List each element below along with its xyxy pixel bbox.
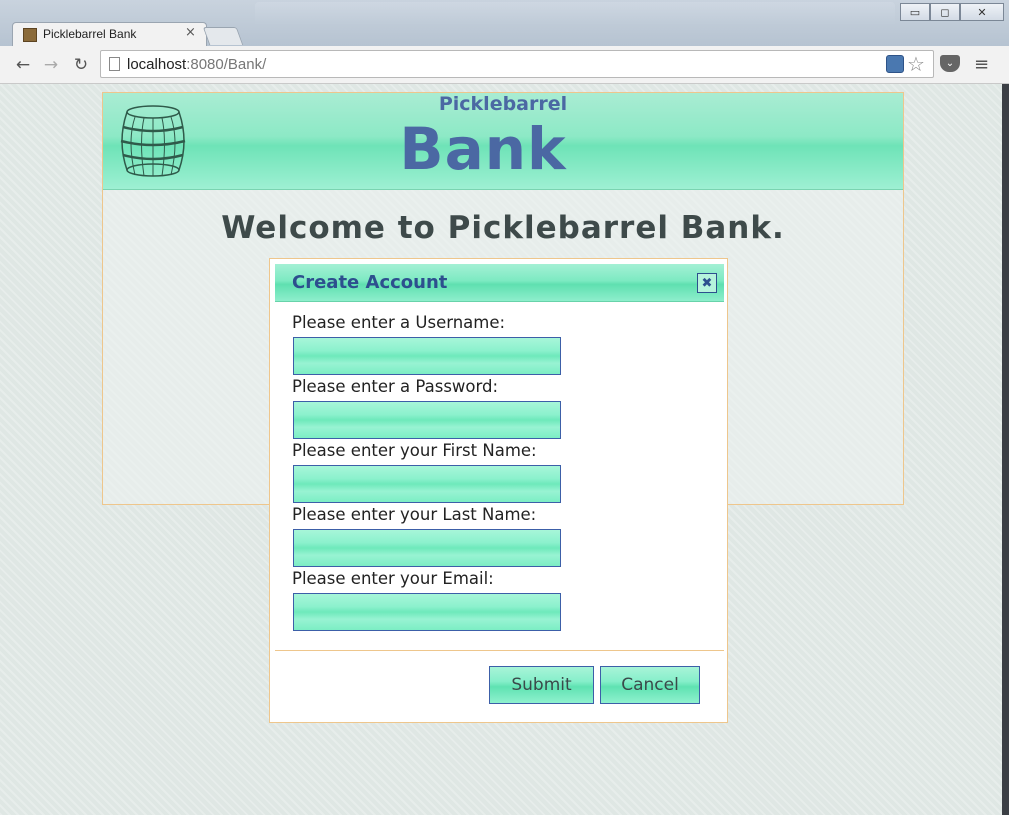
last-name-input[interactable] <box>293 529 561 567</box>
close-icon[interactable]: ✖ <box>697 273 717 293</box>
pocket-icon[interactable]: ⌄ <box>940 55 960 72</box>
browser-toolbar: ← → ↻ localhost:8080/Bank/ <box>0 46 1009 84</box>
back-icon[interactable]: ← <box>12 54 34 76</box>
menu-icon[interactable]: ≡ <box>974 54 989 75</box>
password-input[interactable] <box>293 401 561 439</box>
address-bar[interactable]: localhost:8080/Bank/ <box>100 50 934 78</box>
window-edge <box>1002 84 1009 815</box>
last-name-label: Please enter your Last Name: <box>292 505 537 524</box>
star-icon[interactable]: ☆ <box>907 52 925 76</box>
tab-title: Picklebarrel Bank <box>43 27 137 41</box>
browser-tab[interactable]: Picklebarrel Bank × <box>12 22 207 46</box>
dialog-divider <box>275 650 724 651</box>
dialog-titlebar[interactable]: Create Account ✖ <box>275 264 724 302</box>
maximize-button[interactable]: ◻ <box>930 3 960 21</box>
url-path: :8080/Bank/ <box>186 56 267 73</box>
new-tab-button[interactable] <box>202 27 244 45</box>
welcome-heading: Welcome to Picklebarrel Bank. <box>221 210 785 246</box>
first-name-label: Please enter your First Name: <box>292 441 537 460</box>
username-label: Please enter a Username: <box>292 313 506 332</box>
cancel-button[interactable]: Cancel <box>600 666 700 704</box>
tab-close-icon[interactable]: × <box>185 25 196 40</box>
forward-icon[interactable]: → <box>40 54 62 76</box>
site-header: Picklebarrel Bank <box>103 93 903 190</box>
submit-button[interactable]: Submit <box>489 666 594 704</box>
window-close-button[interactable]: ✕ <box>960 3 1004 21</box>
dialog-title: Create Account <box>292 272 448 293</box>
favicon-icon <box>23 28 37 42</box>
email-label: Please enter your Email: <box>292 569 494 588</box>
reload-icon[interactable]: ↻ <box>70 54 92 76</box>
browser-titlebar: ▭ ◻ ✕ Picklebarrel Bank × <box>0 0 1009 46</box>
email-input[interactable] <box>293 593 561 631</box>
username-input[interactable] <box>293 337 561 375</box>
extension-icon[interactable] <box>886 55 904 73</box>
url-text: localhost:8080/Bank/ <box>127 56 266 73</box>
create-account-dialog: Create Account ✖ Please enter a Username… <box>269 258 728 723</box>
window-controls: ▭ ◻ ✕ <box>900 3 1004 21</box>
page-icon <box>109 57 120 71</box>
brand-title: Bank <box>399 115 567 183</box>
password-label: Please enter a Password: <box>292 377 499 396</box>
minimize-button[interactable]: ▭ <box>900 3 930 21</box>
brand-subtitle: Picklebarrel <box>438 93 568 115</box>
first-name-input[interactable] <box>293 465 561 503</box>
background-tabs <box>255 2 895 24</box>
url-host: localhost <box>127 56 187 73</box>
